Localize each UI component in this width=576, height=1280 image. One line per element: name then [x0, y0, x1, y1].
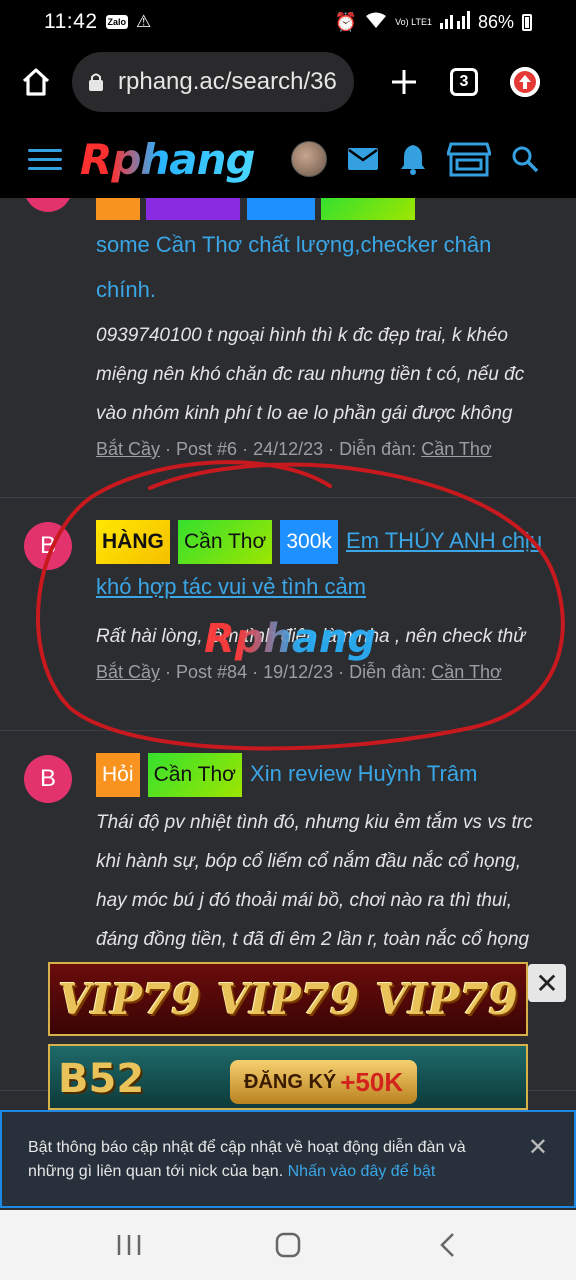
lock-icon [88, 72, 104, 92]
author-avatar[interactable]: B [24, 755, 72, 803]
post-number: Post #84 [176, 662, 248, 683]
enable-notification-link[interactable]: Nhấn vào đây để bật [288, 1163, 436, 1180]
ad-logo: VIP79 [375, 974, 518, 1024]
forum-label: Diễn đàn: [349, 662, 427, 683]
battery-percent: 86% [477, 11, 514, 32]
result-title-line: Hỏi Cần Thơ Xin review Huỳnh Trâm [96, 751, 556, 798]
ad-register-button[interactable]: ĐĂNG KÝ +50K [230, 1060, 418, 1104]
close-ad-button[interactable]: ✕ [528, 964, 566, 1002]
status-bar: 11:42 Zalo ⚠ ⏰ Vo) LTE1 86% [0, 0, 576, 44]
result-snippet: Thái độ pv nhiệt tình đó, nhưng kiu ẻm t… [96, 812, 533, 951]
result-meta: Bắt Cầy · Post #6 · 24/12/23 · Diễn đàn:… [96, 439, 492, 459]
home-nav-icon [275, 1232, 301, 1258]
menu-icon[interactable] [28, 148, 62, 170]
result-meta: Bắt Cầy · Post #84 · 19/12/23 · Diễn đàn… [96, 662, 502, 683]
tag [146, 198, 241, 220]
close-icon[interactable]: ✕ [528, 1136, 548, 1160]
ad-logo: VIP79 [58, 974, 201, 1024]
result-title-line: HÀNG Cần Thơ 300k Em THÚY ANH chịu khó h… [96, 518, 556, 609]
tag-hang[interactable]: HÀNG [96, 520, 170, 565]
plus-icon [392, 70, 416, 94]
back-icon [439, 1233, 454, 1257]
signal-icon [439, 10, 470, 34]
wifi-icon [365, 11, 387, 34]
recent-apps-icon [118, 1235, 141, 1255]
tag-can-tho[interactable]: Cần Thơ [177, 520, 273, 565]
result-title-link[interactable]: Xin review Huỳnh Trâm [250, 761, 477, 786]
ad-logo: VIP79 [216, 974, 360, 1024]
site-logo[interactable]: Rphang [80, 135, 256, 184]
home-nav-button[interactable] [268, 1225, 308, 1265]
tag-can-tho[interactable]: Cần Thơ [147, 753, 242, 798]
search-result-item: B Hỏi Cần Thơ Xin review Huỳnh Trâm Thái… [0, 731, 576, 1091]
tag-hoi[interactable]: Hỏi [96, 753, 140, 798]
zalo-notification-icon: Zalo [105, 15, 129, 29]
search-icon[interactable] [511, 145, 539, 173]
url-text: rphang.ac/search/36 [118, 68, 337, 95]
search-result-item: some Cần Thơ chất lượng,checker chân chí… [0, 198, 576, 498]
new-tab-button[interactable] [384, 62, 424, 102]
home-button[interactable] [14, 60, 58, 104]
tag [321, 198, 416, 220]
ad-logo: B52 [58, 1056, 145, 1102]
home-icon [22, 68, 50, 96]
result-title[interactable]: some Cần Thơ chất lượng,checker chân chí… [96, 222, 556, 312]
url-field[interactable]: rphang.ac/search/36 [72, 52, 354, 112]
ad-register-label: ĐĂNG KÝ [244, 1070, 337, 1093]
author-link[interactable]: Bắt Cầy [96, 439, 160, 459]
site-header: Rphang [0, 120, 576, 198]
post-date: 19/12/23 [263, 662, 334, 683]
arrow-up-icon [510, 67, 540, 97]
store-icon[interactable] [446, 140, 491, 178]
post-date: 24/12/23 [253, 439, 324, 459]
back-button[interactable] [427, 1225, 467, 1265]
tab-switcher-button[interactable]: 3 [450, 68, 478, 96]
tag-row [96, 198, 556, 220]
user-avatar[interactable] [290, 141, 327, 177]
warning-icon: ⚠ [136, 12, 152, 31]
tag-price[interactable]: 300k [280, 520, 338, 565]
author-link[interactable]: Bắt Cầy [96, 662, 160, 682]
tag [96, 198, 140, 220]
mail-icon[interactable] [347, 146, 379, 172]
ad-banner-b52[interactable]: B52 ĐĂNG KÝ +50K [48, 1044, 528, 1110]
result-snippet: 0939740100 t ngoại hình thì k đc đẹp tra… [96, 325, 525, 424]
search-result-item: B HÀNG Cần Thơ 300k Em THÚY ANH chịu khó… [0, 498, 576, 731]
forum-link[interactable]: Cần Thơ [431, 662, 502, 682]
bell-icon[interactable] [399, 143, 427, 175]
ad-banner-vip79[interactable]: VIP79 VIP79 VIP79 [48, 962, 528, 1036]
forum-link[interactable]: Cần Thơ [421, 439, 492, 459]
browser-toolbar: rphang.ac/search/36 3 [0, 44, 576, 120]
status-time: 11:42 [44, 10, 98, 33]
watermark-logo: Rphang [204, 616, 377, 662]
push-notification-prompt: Bật thông báo cập nhật để cập nhật về ho… [0, 1110, 576, 1208]
author-avatar[interactable]: B [24, 522, 72, 570]
system-nav-bar [0, 1210, 576, 1280]
recent-apps-button[interactable] [109, 1225, 149, 1265]
alarm-icon: ⏰ [334, 11, 358, 32]
update-button[interactable] [510, 67, 540, 97]
tag [246, 198, 315, 220]
lte-label: Vo) LTE1 [395, 16, 432, 27]
ad-bonus: +50K [340, 1066, 404, 1097]
forum-label: Diễn đàn: [339, 439, 417, 459]
battery-icon [522, 13, 532, 31]
author-avatar[interactable] [24, 198, 72, 212]
post-number: Post #6 [176, 439, 238, 459]
